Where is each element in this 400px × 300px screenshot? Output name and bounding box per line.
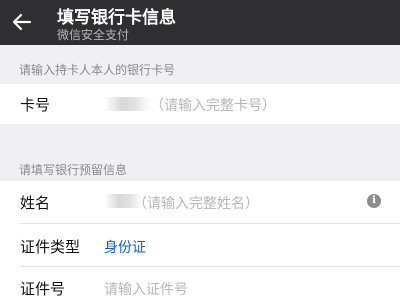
name-input[interactable]: （请输入完整姓名） <box>133 193 259 213</box>
id-type-label: 证件类型 <box>20 238 81 256</box>
id-number-label: 证件号 <box>20 280 66 298</box>
section-label-card: 请输入持卡人本人的银行卡号 <box>19 63 176 77</box>
card-number-row[interactable]: 卡号 （请输入完整卡号） <box>0 84 400 124</box>
section-label-reserved-info: 请填写银行预留信息 <box>19 163 128 177</box>
card-number-masked-value <box>104 97 150 111</box>
top-bar: 填写银行卡信息 微信安全支付 <box>0 0 400 45</box>
id-type-select[interactable]: 身份证 <box>104 237 146 257</box>
page-subtitle: 微信安全支付 <box>57 28 130 42</box>
divider <box>20 266 400 267</box>
card-number-label: 卡号 <box>20 96 51 114</box>
divider <box>20 223 400 224</box>
id-number-input[interactable]: 请输入证件号 <box>104 279 188 299</box>
reserved-info-group: 姓名 （请输入完整姓名） i 证件类型 身份证 证件号 请输入证件号 <box>0 181 400 300</box>
page-title: 填写银行卡信息 <box>57 8 176 28</box>
name-label: 姓名 <box>20 194 51 212</box>
arrow-left-icon <box>12 13 32 31</box>
back-button[interactable] <box>8 8 36 36</box>
info-icon[interactable]: i <box>367 194 381 208</box>
card-number-input[interactable]: （请输入完整卡号） <box>150 95 276 115</box>
